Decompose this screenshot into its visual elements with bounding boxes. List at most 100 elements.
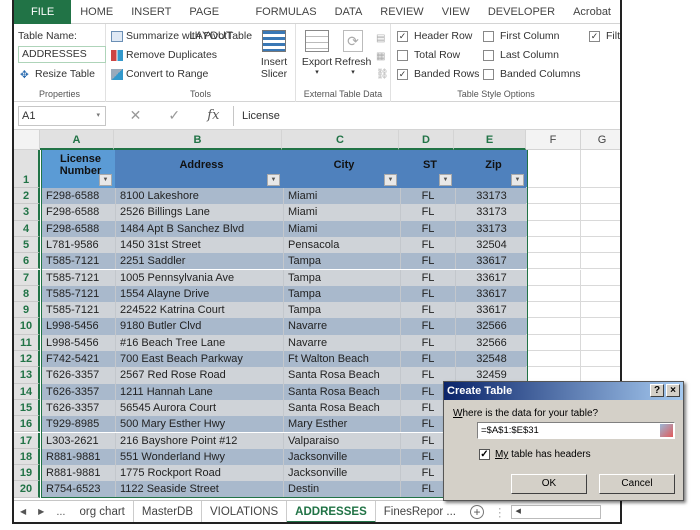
filter-dropdown-icon[interactable]: ▼ (439, 174, 452, 186)
table-cell[interactable]: FL (401, 204, 456, 221)
sheet-tab-finesrepor-[interactable]: FinesRepor ... (376, 501, 464, 523)
ok-button[interactable]: OK (511, 474, 587, 494)
row-header[interactable]: 5 (14, 236, 40, 254)
row-header[interactable]: 11 (14, 334, 40, 351)
empty-cell[interactable] (581, 253, 620, 270)
filter-dropdown-icon[interactable]: ▼ (511, 174, 524, 186)
column-header-F[interactable]: F (526, 130, 581, 150)
ribbon-tab-insert[interactable]: INSERT (122, 0, 180, 24)
row-header[interactable]: 7 (14, 269, 40, 286)
empty-cell[interactable] (581, 318, 620, 335)
row-header[interactable]: 9 (14, 302, 40, 319)
table-cell[interactable]: 1554 Alayne Drive (116, 285, 284, 303)
table-cell[interactable]: 32504 (456, 236, 528, 254)
table-cell[interactable]: Destin (284, 481, 401, 498)
prev-sheet-icon[interactable]: ◀ (14, 507, 32, 516)
table-cell[interactable]: 1775 Rockport Road (116, 465, 284, 482)
empty-cell[interactable] (526, 269, 581, 286)
cancel-button[interactable]: Cancel (599, 474, 675, 494)
table-cell[interactable]: 224522 Katrina Court (116, 302, 284, 319)
range-input[interactable]: =$A$1:$E$31 (477, 422, 675, 439)
table-cell[interactable]: Pensacola (284, 236, 401, 254)
table-cell[interactable]: T585-7121 (42, 302, 116, 319)
table-header-cell[interactable]: ST ▼ (401, 150, 456, 188)
table-cell[interactable]: Santa Rosa Beach (284, 383, 401, 400)
table-cell[interactable]: 32566 (456, 334, 528, 351)
empty-cell[interactable] (581, 150, 620, 188)
table-cell[interactable]: 1484 Apt B Sanchez Blvd (116, 220, 284, 237)
empty-cell[interactable] (526, 285, 581, 303)
table-cell[interactable]: T585-7121 (42, 285, 116, 303)
column-header-A[interactable]: A (40, 130, 114, 150)
empty-cell[interactable] (526, 236, 581, 254)
checkbox-icon[interactable] (397, 49, 408, 61)
enter-icon[interactable]: ✓ (168, 107, 180, 124)
row-header[interactable]: 14 (14, 383, 40, 400)
table-cell[interactable]: Tampa (284, 302, 401, 319)
table-cell[interactable]: 33173 (456, 188, 528, 205)
empty-cell[interactable] (581, 351, 620, 368)
table-cell[interactable]: FL (401, 269, 456, 286)
insert-function-icon[interactable]: fx (207, 108, 219, 123)
option-banded-rows[interactable]: ✓ Banded Rows (397, 68, 479, 80)
sheet-tab-addresses[interactable]: ADDRESSES (287, 500, 376, 522)
table-cell[interactable]: T626-3357 (42, 383, 116, 400)
table-cell[interactable]: 32548 (456, 351, 528, 368)
table-cell[interactable]: T626-3357 (42, 367, 116, 384)
open-browser-icon[interactable]: ▦ (376, 48, 389, 66)
table-cell[interactable]: R754-6523 (42, 481, 116, 498)
row-header[interactable]: 13 (14, 367, 40, 384)
column-header-G[interactable]: G (581, 130, 620, 150)
table-cell[interactable]: Santa Rosa Beach (284, 399, 401, 417)
name-box-dropdown-icon[interactable]: ▾ (96, 107, 100, 125)
table-cell[interactable]: #16 Beach Tree Lane (116, 334, 284, 351)
table-cell[interactable]: FL (401, 334, 456, 351)
table-cell[interactable]: 500 Mary Esther Hwy (116, 416, 284, 433)
insert-slicer-button[interactable]: Insert Slicer (254, 30, 294, 80)
row-header[interactable]: 2 (14, 188, 40, 205)
row-header[interactable]: 18 (14, 448, 40, 466)
table-cell[interactable]: 33173 (456, 204, 528, 221)
table-name-input[interactable]: ADDRESSES (18, 46, 106, 63)
new-sheet-icon[interactable]: + (469, 504, 484, 519)
row-header[interactable]: 12 (14, 351, 40, 368)
properties-icon[interactable]: ▤ (376, 30, 389, 48)
cancel-icon[interactable]: ✕ (130, 107, 142, 124)
headers-checkbox[interactable]: ✓ My table has headers (479, 449, 591, 460)
empty-cell[interactable] (581, 270, 620, 286)
table-cell[interactable]: T585-7121 (42, 253, 116, 270)
table-cell[interactable]: 8100 Lakeshore (116, 188, 284, 205)
ribbon-tab-home[interactable]: HOME (71, 0, 122, 24)
checkbox-icon[interactable] (483, 68, 494, 80)
checkbox-icon[interactable] (483, 49, 494, 61)
row-header[interactable]: 8 (14, 285, 40, 303)
table-cell[interactable]: T585-7121 (42, 269, 116, 286)
convert-to-range-button[interactable]: Convert to Range (111, 68, 208, 80)
table-cell[interactable]: Miami (284, 220, 401, 237)
help-button[interactable]: ? (650, 384, 664, 397)
table-cell[interactable]: FL (401, 220, 456, 237)
table-cell[interactable]: 216 Bayshore Point #12 (116, 432, 284, 449)
empty-cell[interactable] (581, 302, 620, 319)
table-cell[interactable]: 32566 (456, 318, 528, 335)
empty-cell[interactable] (526, 302, 581, 319)
table-cell[interactable]: T626-3357 (42, 399, 116, 417)
table-cell[interactable]: FL (401, 188, 456, 205)
checkbox-icon[interactable]: ✓ (397, 68, 408, 80)
range-picker-icon[interactable] (660, 424, 673, 437)
ribbon-tab-file[interactable]: FILE (14, 0, 72, 24)
table-cell[interactable]: 551 Wonderland Hwy (116, 448, 284, 466)
table-cell[interactable]: 33617 (456, 285, 528, 303)
table-cell[interactable]: 33617 (456, 253, 528, 270)
column-header-D[interactable]: D (399, 130, 454, 150)
row-header[interactable]: 6 (14, 253, 40, 270)
empty-cell[interactable] (581, 221, 620, 237)
table-cell[interactable]: 1005 Pennsylvania Ave (116, 269, 284, 286)
table-cell[interactable]: Jacksonville (284, 465, 401, 482)
row-header[interactable]: 1 (14, 150, 40, 188)
table-cell[interactable]: 2251 Saddler (116, 253, 284, 270)
ribbon-tab-view[interactable]: VIEW (433, 0, 479, 24)
table-cell[interactable]: 2567 Red Rose Road (116, 367, 284, 384)
ribbon-tab-developer[interactable]: DEVELOPER (479, 0, 564, 24)
row-header[interactable]: 19 (14, 465, 40, 482)
